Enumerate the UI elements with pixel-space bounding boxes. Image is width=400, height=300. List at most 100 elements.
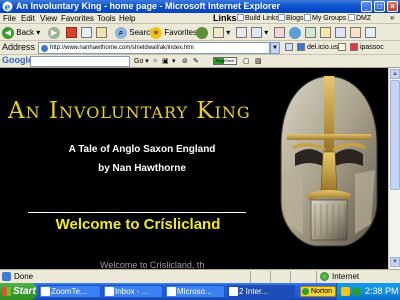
- home-button[interactable]: [96, 26, 107, 39]
- norton-button[interactable]: Norton: [300, 286, 337, 297]
- toolbar-icon: [350, 27, 361, 39]
- page-icon: [41, 45, 48, 52]
- divider: [28, 212, 246, 213]
- page-icon: [278, 14, 285, 21]
- page-title: An Involuntary King: [8, 98, 251, 124]
- link-build-links[interactable]: Build Links: [237, 14, 279, 22]
- research-button[interactable]: [305, 26, 316, 39]
- address-url[interactable]: http://www.nanhawthorne.com/shieldwall/a…: [50, 45, 194, 51]
- research-icon: [305, 27, 316, 39]
- link-blogs[interactable]: Blogs: [278, 14, 304, 22]
- maximize-button[interactable]: □: [374, 1, 385, 12]
- toolbar-icon: [335, 27, 346, 39]
- taskbar-item-inbox[interactable]: Inbox - ...: [103, 285, 163, 298]
- discuss-button[interactable]: [274, 26, 285, 39]
- edit-button[interactable]: ▾: [251, 26, 268, 39]
- edit-icon: [251, 27, 262, 39]
- scroll-down-icon[interactable]: ▼: [390, 257, 400, 267]
- menu-help[interactable]: Help: [119, 14, 135, 23]
- discuss-icon: [274, 27, 285, 39]
- address-input[interactable]: http://www.nanhawthorne.com/shieldwall/a…: [38, 42, 270, 54]
- google-blocked-icon[interactable]: ⊘: [182, 57, 188, 65]
- tray-icon[interactable]: [341, 287, 350, 296]
- vertical-scrollbar[interactable]: ▲ ▼: [388, 68, 400, 269]
- minimize-button[interactable]: _: [361, 1, 372, 12]
- address-label: Address: [2, 42, 36, 52]
- pagerank-meter: PageRank: [213, 57, 237, 65]
- tag-button[interactable]: [338, 43, 346, 51]
- menu-favorites[interactable]: Favorites: [61, 14, 94, 23]
- scroll-up-icon[interactable]: ▲: [390, 69, 400, 79]
- history-button[interactable]: [196, 26, 208, 39]
- sutton-hoo-helmet-image: [280, 75, 378, 247]
- link-dmz[interactable]: DMZ: [348, 14, 371, 22]
- menu-bar: File Edit View Favorites Tools Help Link…: [0, 13, 400, 24]
- google-go-button[interactable]: Go ▾: [134, 57, 149, 65]
- page-author: by Nan Hawthorne: [98, 163, 186, 174]
- tool-button-a[interactable]: [320, 26, 331, 39]
- tool-button-b[interactable]: [335, 26, 346, 39]
- mail-icon: [213, 27, 224, 39]
- address-dropdown-icon[interactable]: ▼: [270, 42, 280, 54]
- refresh-button[interactable]: [81, 26, 92, 39]
- menu-view[interactable]: View: [40, 14, 57, 23]
- internet-explorer-icon: e: [2, 1, 13, 12]
- link-my-groups[interactable]: My Groups: [304, 14, 346, 22]
- favorites-star-icon: ★: [150, 26, 162, 39]
- favorites-button[interactable]: ★ Favorites: [150, 26, 197, 39]
- close-button[interactable]: ×: [387, 1, 398, 12]
- menu-edit[interactable]: Edit: [21, 14, 35, 23]
- ipassoc-button[interactable]: ipassoc: [350, 43, 384, 51]
- page-icon: [304, 14, 311, 21]
- svg-text:e: e: [5, 3, 11, 12]
- toolbar-icon: [320, 27, 331, 39]
- forward-button[interactable]: ▶: [48, 26, 60, 39]
- stop-icon: [66, 27, 77, 39]
- stop-button[interactable]: [66, 26, 77, 39]
- google-popup-icon[interactable]: ▧: [255, 57, 262, 65]
- google-search-site-icon[interactable]: ☼: [152, 57, 158, 64]
- welcome-heading: Welcome to Críslicland: [55, 216, 221, 233]
- google-logo: Google: [2, 55, 33, 65]
- delicious-button[interactable]: del.icio.us: [297, 43, 338, 51]
- tool-button-c[interactable]: [350, 26, 361, 39]
- taskbar: Start ZoomTe... Inbox - ... Microso... 2…: [0, 283, 400, 300]
- security-zone: Internet: [332, 272, 360, 281]
- history-icon: [196, 26, 208, 39]
- start-button[interactable]: Start: [0, 283, 37, 300]
- search-icon: ⌕: [115, 26, 127, 39]
- google-news-icon[interactable]: ▣: [162, 57, 169, 65]
- mail-button[interactable]: ▾: [213, 26, 230, 39]
- page-subtitle: A Tale of Anglo Saxon England: [68, 144, 216, 155]
- google-options-icon[interactable]: ▾: [172, 57, 176, 65]
- google-extra-icon[interactable]: ▢: [243, 57, 250, 65]
- taskbar-item-internet-explorer[interactable]: 2 Inter...: [227, 285, 295, 298]
- print-button[interactable]: [236, 26, 247, 39]
- page-icon: [237, 14, 244, 21]
- back-arrow-icon: ◀: [2, 26, 14, 39]
- toolbar-icon-a[interactable]: [285, 43, 293, 51]
- welcome-paragraph: Welcome to Críslicland, th: [100, 260, 205, 269]
- tray-network-icon[interactable]: [352, 287, 361, 296]
- links-more-chevron-icon[interactable]: »: [390, 13, 394, 22]
- google-search-input[interactable]: [30, 56, 130, 67]
- back-button[interactable]: ◀ Back ▾: [2, 26, 40, 39]
- messenger-button[interactable]: [289, 26, 301, 39]
- address-bar: Address http://www.nanhawthorne.com/shie…: [0, 41, 400, 55]
- title-bar: e An Involuntary King - home page - Micr…: [0, 0, 400, 13]
- internet-explorer-icon: [229, 287, 238, 296]
- menu-file[interactable]: File: [3, 14, 16, 23]
- toolbar-icon: [365, 27, 376, 39]
- scroll-thumb[interactable]: [390, 80, 400, 190]
- menu-tools[interactable]: Tools: [97, 14, 116, 23]
- norton-check-icon: [302, 288, 309, 295]
- clock: 2:38 PM: [365, 286, 399, 296]
- page-icon: [348, 14, 355, 21]
- google-toolbar: Google Go ▾ ☼ ▣ ▾ ⊘ ✎ PageRank ▢ ▧: [0, 55, 400, 68]
- search-button[interactable]: ⌕ Search: [115, 26, 155, 39]
- tool-button-d[interactable]: [365, 26, 376, 39]
- taskbar-item-microsoft[interactable]: Microso...: [165, 285, 225, 298]
- page-done-icon: [2, 272, 11, 281]
- google-highlight-icon[interactable]: ✎: [193, 57, 199, 65]
- taskbar-item-zoomtext[interactable]: ZoomTe...: [39, 285, 101, 298]
